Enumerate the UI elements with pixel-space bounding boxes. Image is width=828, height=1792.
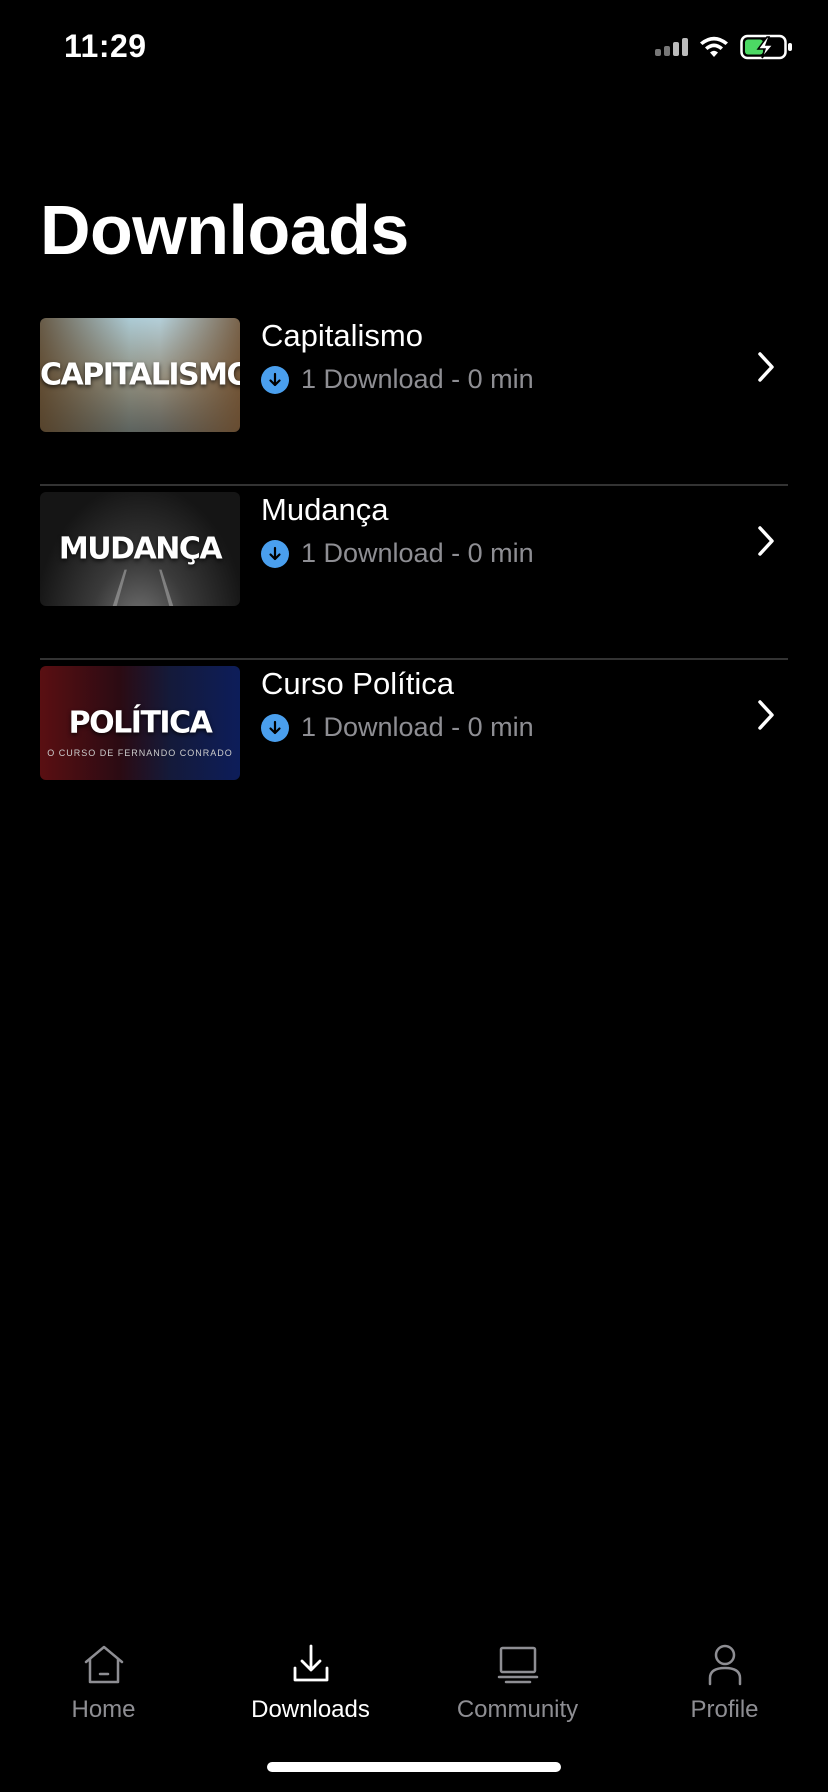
download-arrow-icon	[261, 539, 289, 568]
thumbnail-title: CAPITALISMO	[40, 357, 240, 393]
tab-home[interactable]: Home	[0, 1620, 207, 1792]
item-meta-text: 1 Download - 0 min	[301, 538, 534, 568]
item-meta-text: 1 Download - 0 min	[301, 364, 534, 394]
thumbnail-subtitle: O CURSO DE FERNANDO CONRADO	[47, 748, 233, 758]
thumbnail-politica: POLÍTICA O CURSO DE FERNANDO CONRADO	[40, 666, 240, 780]
item-meta: 1 Download - 0 min	[261, 364, 534, 395]
tab-label: Home	[71, 1696, 136, 1723]
battery-charging-icon	[740, 34, 792, 60]
download-item-curso-politica[interactable]: POLÍTICA O CURSO DE FERNANDO CONRADO Cur…	[40, 660, 788, 834]
item-meta-text: 1 Download - 0 min	[301, 712, 534, 742]
chevron-right-icon	[758, 352, 774, 382]
thumbnail-mudanca: MUDANÇA	[40, 492, 240, 606]
item-meta: 1 Download - 0 min	[261, 712, 534, 743]
status-time: 11:29	[64, 28, 147, 64]
home-indicator[interactable]	[267, 1762, 561, 1772]
tab-profile[interactable]: Profile	[621, 1620, 828, 1792]
page-title: Downloads	[40, 191, 409, 269]
home-icon	[84, 1645, 123, 1684]
tab-label: Profile	[690, 1696, 759, 1723]
download-icon	[293, 1644, 328, 1682]
download-arrow-icon	[261, 713, 289, 742]
item-meta: 1 Download - 0 min	[261, 538, 534, 569]
tab-label: Downloads	[251, 1696, 370, 1723]
status-icons	[655, 34, 794, 60]
thumbnail-capitalismo: CAPITALISMO	[40, 318, 240, 432]
item-title: Curso Política	[261, 666, 454, 701]
item-title: Mudança	[261, 492, 389, 527]
profile-icon	[708, 1644, 741, 1686]
wifi-icon	[700, 36, 728, 57]
download-item-capitalismo[interactable]: CAPITALISMO Capitalismo 1 Download - 0 m…	[40, 312, 788, 486]
status-bar: 11:29	[0, 0, 828, 100]
thumbnail-title: POLÍTICA	[68, 705, 213, 741]
community-icon	[497, 1646, 538, 1684]
chevron-right-icon	[758, 700, 774, 730]
download-arrow-icon	[261, 365, 289, 394]
tab-label: Community	[456, 1696, 579, 1723]
item-title: Capitalismo	[261, 318, 423, 353]
downloads-list: CAPITALISMO Capitalismo 1 Download - 0 m…	[40, 312, 788, 834]
download-item-mudanca[interactable]: MUDANÇA Mudança 1 Download - 0 min	[40, 486, 788, 660]
cellular-signal-icon	[655, 38, 688, 56]
thumbnail-title: MUDANÇA	[58, 531, 223, 567]
chevron-right-icon	[758, 526, 774, 556]
